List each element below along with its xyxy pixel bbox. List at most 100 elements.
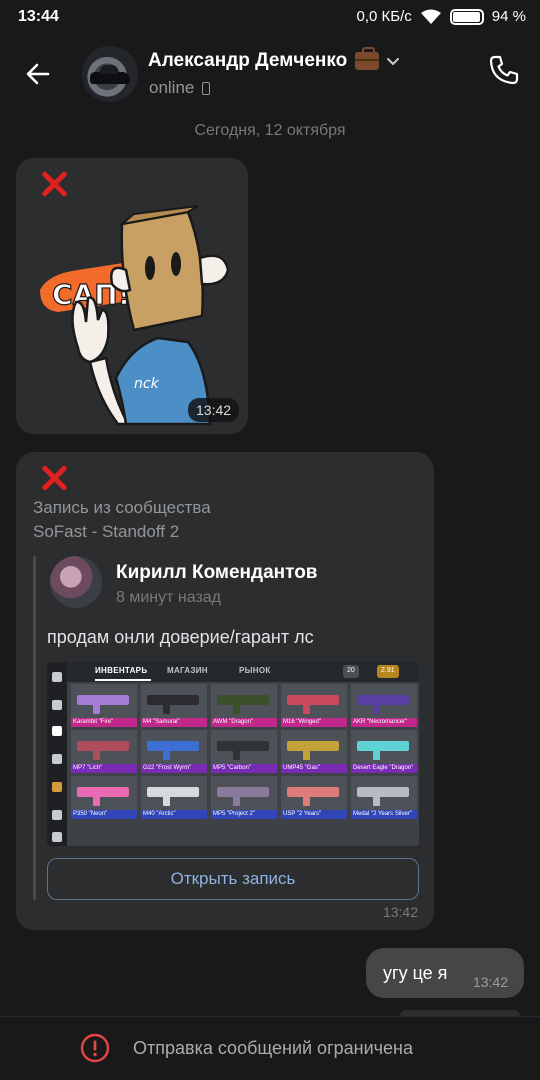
battery-level: 94 %: [491, 8, 526, 25]
arrow-left-icon: [26, 63, 50, 85]
item-label: Desert Eagle "Dragon": [351, 764, 417, 773]
mobile-device-icon: [202, 81, 211, 95]
quote-bar: [33, 556, 36, 900]
item-label: Medal "2 Years Silver": [351, 810, 417, 819]
composer-restricted-bar: Отправка сообщений ограничена: [0, 1016, 540, 1080]
battery-icon: [449, 8, 484, 25]
game-sidebar: [47, 662, 67, 846]
paper-bag-sticker: САП! nck: [40, 205, 230, 426]
settings-icon: [52, 810, 62, 820]
play-icon: [52, 672, 62, 682]
chevron-down-icon: [387, 58, 400, 66]
item-label: M4 "Samurai": [141, 718, 207, 727]
repost-message[interactable]: Запись из сообщества SoFast - Standoff 2…: [16, 452, 434, 930]
phone-icon: [489, 55, 519, 85]
weapon-image: [217, 787, 269, 806]
item-label: M40 "Arctic": [141, 810, 207, 819]
weapon-image: [77, 787, 129, 806]
game-tabs: ИНВЕНТАРЬ МАГАЗИН РЫНОК 20 2.91: [67, 662, 419, 682]
weapon-image: [147, 695, 199, 714]
item-label: AKR "Necromancer": [351, 718, 417, 727]
item-label: USP "2 Years": [281, 810, 347, 819]
item-label: MP7 "Lich": [71, 764, 137, 773]
game-tab-underline: [95, 679, 151, 681]
clan-icon: [52, 754, 62, 764]
weapon-image: [217, 695, 269, 714]
item-label: MP5 "Project 2": [211, 810, 277, 819]
inventory-item: P350 "Neon": [71, 776, 137, 819]
online-status: online: [149, 78, 195, 97]
contact-status: online: [149, 78, 211, 98]
game-tab-shop: МАГАЗИН: [167, 666, 208, 675]
weapon-image: [287, 695, 339, 714]
item-label: MP5 "Carbon": [211, 764, 277, 773]
inventory-item: AWM "Dragon": [211, 684, 277, 727]
status-bar: 13:44 0,0 КБ/с 94 %: [0, 0, 540, 36]
status-right: 0,0 КБ/с 94 %: [357, 8, 526, 25]
item-label: UMP45 "Gas": [281, 764, 347, 773]
profile-icon: [52, 700, 62, 710]
wifi-icon: [420, 9, 441, 24]
inventory-item: Desert Eagle "Dragon": [351, 730, 417, 773]
author-avatar[interactable]: [50, 556, 102, 608]
weapon-image: [77, 695, 129, 714]
failed-x-icon: [40, 464, 68, 492]
outgoing-message[interactable]: угу це я 13:42: [366, 948, 524, 998]
open-post-button[interactable]: Открыть запись: [47, 858, 419, 900]
inventory-item: USP "2 Years": [281, 776, 347, 819]
status-time: 13:44: [18, 8, 59, 25]
game-silver: 20: [343, 665, 359, 678]
chat-header: Александр Демченко online: [0, 36, 540, 112]
repost-label: Запись из сообщества: [33, 498, 211, 517]
shop-icon: [52, 782, 62, 792]
inventory-item: M4 "Samurai": [141, 684, 207, 727]
inventory-item: MP7 "Lich": [71, 730, 137, 773]
failed-x-icon: [40, 170, 68, 198]
item-label: G22 "Frost Wyrm": [141, 764, 207, 773]
inventory-item: G22 "Frost Wyrm": [141, 730, 207, 773]
game-tab-market: РЫНОК: [239, 666, 271, 675]
message-time: 13:42: [382, 904, 418, 920]
game-tab-inventory: ИНВЕНТАРЬ: [95, 666, 148, 675]
community-name[interactable]: SoFast - Standoff 2: [33, 522, 179, 542]
back-button[interactable]: [20, 56, 56, 92]
inventory-item: MP5 "Carbon": [211, 730, 277, 773]
weapon-image: [217, 741, 269, 760]
date-separator: Сегодня, 12 октября: [194, 122, 346, 139]
weapon-image: [147, 787, 199, 806]
item-label: AWM "Dragon": [211, 718, 277, 727]
message-text: угу це я: [383, 963, 448, 983]
svg-text:nck: nck: [134, 376, 160, 392]
inventory-item: Medal "2 Years Silver": [351, 776, 417, 819]
weapon-image: [287, 787, 339, 806]
inventory-item: M16 "Winged": [281, 684, 347, 727]
call-button[interactable]: [486, 52, 522, 88]
contact-avatar[interactable]: [82, 46, 138, 102]
contact-name-row[interactable]: Александр Демченко: [148, 47, 401, 72]
post-text: продам онли доверие/гарант лс: [47, 627, 314, 647]
inventory-item: Karambit "Fire": [71, 684, 137, 727]
contact-name: Александр Демченко: [148, 50, 348, 71]
inventory-item: M40 "Arctic": [141, 776, 207, 819]
gun-icon: [52, 726, 62, 736]
game-gold: 2.91: [377, 665, 399, 678]
item-label: M16 "Winged": [281, 718, 347, 727]
message-time: 13:42: [188, 398, 240, 422]
post-time: 8 минут назад: [116, 589, 222, 606]
item-label: Karambit "Fire": [71, 718, 137, 727]
weapon-image: [287, 741, 339, 760]
weapon-image: [77, 741, 129, 760]
post-image[interactable]: ИНВЕНТАРЬ МАГАЗИН РЫНОК 20 2.91 Karambit…: [47, 662, 419, 846]
warning-circle-icon: [80, 1033, 110, 1063]
inventory-item: UMP45 "Gas": [281, 730, 347, 773]
network-speed: 0,0 КБ/с: [356, 8, 412, 25]
game-inventory-grid: Karambit "Fire" M4 "Samurai" AWM "Dragon" M…: [71, 684, 417, 819]
weapon-image: [147, 741, 199, 760]
weapon-image: [357, 695, 409, 714]
weapon-image: [357, 787, 409, 806]
chat-icon: [52, 832, 62, 842]
sticker-message[interactable]: САП! nck 13:42: [16, 158, 248, 434]
message-time: 13:42: [472, 974, 508, 990]
briefcase-emoji-icon: [355, 47, 380, 70]
author-name[interactable]: Кирилл Комендантов: [116, 562, 317, 584]
